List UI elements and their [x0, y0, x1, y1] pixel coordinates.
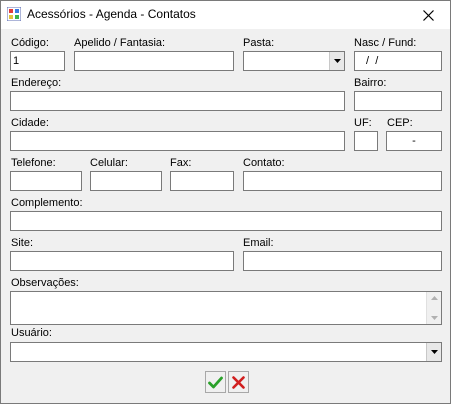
title-bar: Acessórios - Agenda - Contatos: [1, 1, 450, 29]
app-icon: [7, 7, 21, 21]
chevron-down-icon: [430, 316, 438, 320]
chevron-up-icon: [430, 296, 438, 300]
complemento-label: Complemento:: [11, 197, 83, 209]
cep-label: CEP:: [387, 117, 413, 129]
scroll-down-button[interactable]: [427, 312, 441, 324]
observacoes-scrollbar[interactable]: [426, 292, 441, 324]
usuario-dropdown-button[interactable]: [426, 343, 441, 361]
complemento-field[interactable]: [10, 211, 442, 231]
usuario-label: Usuário:: [11, 327, 52, 339]
chevron-down-icon: [333, 59, 341, 63]
apelido-label: Apelido / Fantasia:: [74, 37, 166, 49]
contato-label: Contato:: [243, 157, 285, 169]
usuario-select[interactable]: [10, 342, 442, 362]
codigo-field[interactable]: [10, 51, 65, 71]
chevron-down-icon: [430, 350, 438, 354]
scroll-up-button[interactable]: [427, 292, 441, 304]
cidade-label: Cidade:: [11, 117, 49, 129]
window-title: Acessórios - Agenda - Contatos: [27, 7, 196, 21]
nasc-field[interactable]: [354, 51, 442, 71]
cidade-field[interactable]: [10, 131, 345, 151]
agenda-contatos-window: Acessórios - Agenda - Contatos Código: A…: [0, 0, 451, 404]
site-label: Site:: [11, 237, 34, 249]
celular-label: Celular:: [90, 157, 128, 169]
email-field[interactable]: [243, 251, 442, 271]
x-icon: [232, 375, 245, 389]
cancel-button[interactable]: [228, 371, 249, 393]
fax-label: Fax:: [170, 157, 192, 169]
fax-field[interactable]: [170, 171, 234, 191]
uf-label: UF:: [354, 117, 372, 129]
email-label: Email:: [243, 237, 274, 249]
endereco-field[interactable]: [10, 91, 345, 111]
close-button[interactable]: [406, 1, 450, 29]
codigo-label: Código:: [11, 37, 49, 49]
celular-field[interactable]: [90, 171, 162, 191]
check-icon: [208, 376, 223, 388]
bairro-label: Bairro:: [354, 77, 387, 89]
bairro-field[interactable]: [354, 91, 442, 111]
confirm-button[interactable]: [205, 371, 226, 393]
nasc-label: Nasc / Fund:: [354, 37, 417, 49]
site-field[interactable]: [10, 251, 234, 271]
apelido-field[interactable]: [74, 51, 234, 71]
pasta-select[interactable]: [243, 51, 345, 71]
cep-field[interactable]: [386, 131, 442, 151]
observacoes-label: Observações:: [11, 277, 79, 289]
pasta-dropdown-button[interactable]: [329, 52, 344, 70]
observacoes-field[interactable]: [10, 291, 442, 325]
contato-field[interactable]: [243, 171, 442, 191]
telefone-label: Telefone:: [11, 157, 56, 169]
close-icon: [422, 9, 434, 21]
pasta-label: Pasta:: [243, 37, 275, 49]
telefone-field[interactable]: [10, 171, 82, 191]
endereco-label: Endereço:: [11, 77, 62, 89]
uf-field[interactable]: [354, 131, 378, 151]
